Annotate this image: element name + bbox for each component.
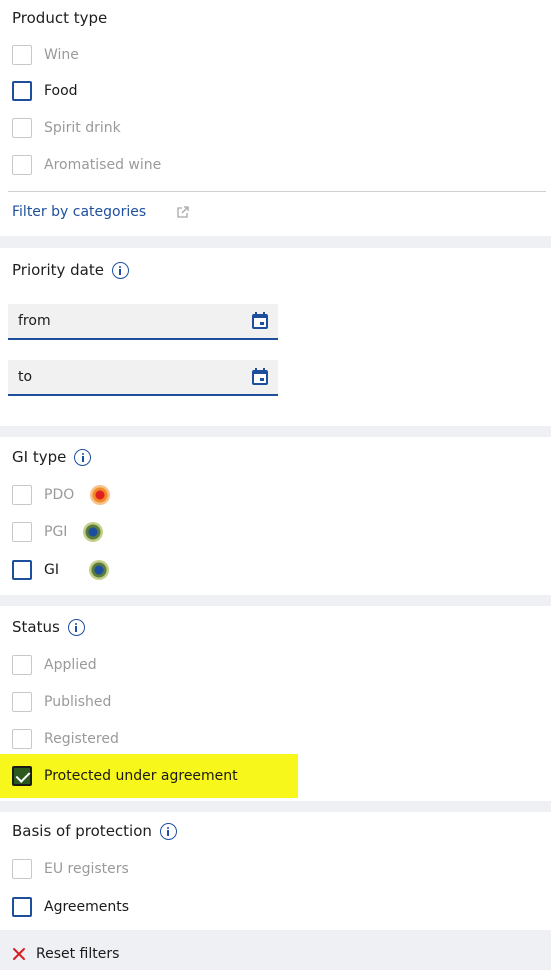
checkbox-box[interactable] (12, 560, 32, 580)
gi-type-title: GI type (12, 448, 92, 466)
checkbox-label: Spirit drink (44, 120, 121, 136)
checkbox-gi[interactable]: GI (12, 559, 109, 581)
filter-by-categories-label[interactable]: Filter by categories (12, 204, 146, 220)
reset-filters-label[interactable]: Reset filters (36, 946, 119, 962)
checkbox-label: PGI (44, 524, 68, 540)
checkbox-applied[interactable]: Applied (12, 654, 97, 676)
info-icon[interactable] (111, 261, 129, 279)
checkbox-box[interactable] (12, 692, 32, 712)
date-to-input[interactable]: to (8, 360, 278, 396)
checkbox-label: Food (44, 83, 78, 99)
calendar-icon[interactable] (250, 311, 270, 331)
date-from-placeholder: from (18, 313, 51, 329)
date-to-placeholder: to (18, 369, 33, 385)
checkbox-spirit-drink[interactable]: Spirit drink (12, 117, 121, 139)
checkbox-eu-registers[interactable]: EU registers (12, 858, 129, 880)
checkbox-box[interactable] (12, 118, 32, 138)
checkbox-box[interactable] (12, 729, 32, 749)
checkbox-box[interactable] (12, 81, 32, 101)
checkbox-label: Agreements (44, 899, 130, 915)
checkbox-food[interactable]: Food (12, 80, 78, 102)
status-title: Status (12, 618, 85, 636)
checkbox-label: Registered (44, 731, 119, 747)
priority-date-title: Priority date (12, 261, 129, 279)
external-link-icon[interactable] (176, 205, 190, 219)
checkbox-protected-under-agreement[interactable]: Protected under agreement (12, 765, 238, 787)
basis-of-protection-panel: Basis of protection EU registers Agreeme… (0, 812, 551, 930)
pgi-badge-icon (83, 522, 104, 542)
checkbox-label: Wine (44, 47, 79, 63)
checkbox-label: Published (44, 694, 112, 710)
checkbox-label: Protected under agreement (44, 768, 238, 784)
pdo-badge-icon (90, 485, 111, 505)
info-icon[interactable] (74, 448, 92, 466)
gi-type-panel: GI type PDO PGI GI (0, 437, 551, 595)
checkbox-pgi[interactable]: PGI (12, 521, 104, 543)
checkbox-label: EU registers (44, 861, 129, 877)
checkbox-label: Aromatised wine (44, 157, 162, 173)
checkbox-agreements[interactable]: Agreements (12, 896, 129, 918)
checkbox-label: GI (44, 562, 59, 578)
checkbox-label: PDO (44, 487, 75, 503)
checkbox-label: Applied (44, 657, 97, 673)
info-icon[interactable] (159, 822, 177, 840)
checkbox-box[interactable] (12, 655, 32, 675)
checkbox-registered[interactable]: Registered (12, 728, 119, 750)
calendar-icon[interactable] (250, 367, 270, 387)
filter-by-categories-link[interactable]: Filter by categories (12, 204, 190, 220)
checkbox-box[interactable] (12, 522, 32, 542)
gi-badge-icon (88, 560, 109, 580)
priority-date-panel: Priority date from to (0, 248, 551, 426)
checkbox-published[interactable]: Published (12, 691, 111, 713)
checkbox-box[interactable] (12, 897, 32, 917)
reset-filters-button[interactable]: Reset filters (12, 946, 119, 962)
divider (8, 191, 546, 192)
info-icon[interactable] (67, 618, 85, 636)
product-type-panel: Product type Wine Food Spirit drink Arom… (0, 0, 551, 236)
checkbox-pdo[interactable]: PDO (12, 484, 111, 506)
close-icon[interactable] (12, 947, 26, 961)
checkbox-box[interactable] (12, 155, 32, 175)
checkbox-box[interactable] (12, 45, 32, 65)
checkbox-wine[interactable]: Wine (12, 44, 79, 66)
date-from-input[interactable]: from (8, 304, 278, 340)
checkbox-box[interactable] (12, 859, 32, 879)
checkbox-box[interactable] (12, 485, 32, 505)
checkbox-box-checked[interactable] (12, 766, 32, 786)
product-type-title: Product type (12, 9, 108, 27)
checkbox-aromatised-wine[interactable]: Aromatised wine (12, 154, 161, 176)
basis-of-protection-title: Basis of protection (12, 822, 177, 840)
